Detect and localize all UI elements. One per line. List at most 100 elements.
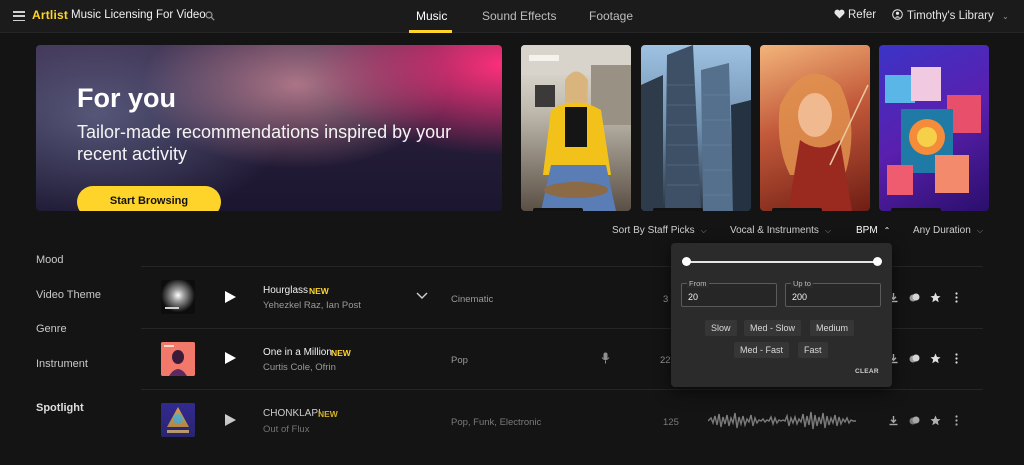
star-icon[interactable] bbox=[930, 292, 941, 303]
track-title[interactable]: CHONKLAP! bbox=[263, 408, 321, 419]
thumbnail-art bbox=[641, 45, 751, 211]
bpm-clear-button[interactable]: CLEAR bbox=[855, 368, 879, 375]
thumbnail-colorful-posters[interactable] bbox=[879, 45, 989, 211]
artlist-logo[interactable]: Artlist bbox=[32, 8, 68, 22]
sidebar-item-genre[interactable]: Genre bbox=[36, 323, 67, 335]
thumbnail-indicator bbox=[653, 208, 703, 211]
bpm-popover: From 20 Up to 200 Slow Med - Slow Medium… bbox=[671, 243, 892, 387]
site-title: Music Licensing For Video bbox=[71, 9, 206, 21]
track-genre[interactable]: Cinematic bbox=[451, 294, 493, 305]
top-nav: Artlist Music Licensing For Video Music … bbox=[0, 0, 1024, 33]
bpm-to-field[interactable]: Up to 200 bbox=[785, 279, 881, 307]
track-genre[interactable]: Pop bbox=[451, 355, 468, 366]
bpm-chip-med-fast[interactable]: Med - Fast bbox=[734, 342, 790, 358]
thumbnail-art bbox=[885, 67, 981, 195]
more-icon[interactable] bbox=[951, 353, 962, 364]
duration-label: Any Duration bbox=[913, 225, 971, 236]
thumbnail-woman-yellow-jacket[interactable] bbox=[521, 45, 631, 211]
download-icon[interactable] bbox=[888, 415, 899, 426]
active-tab-indicator bbox=[409, 30, 452, 33]
play-icon[interactable] bbox=[224, 414, 236, 426]
star-icon[interactable] bbox=[930, 353, 941, 364]
tab-music[interactable]: Music bbox=[416, 9, 447, 23]
chevron-down-icon: ⌵ bbox=[700, 226, 707, 235]
more-icon[interactable] bbox=[951, 292, 962, 303]
refer-link[interactable]: Refer bbox=[834, 9, 876, 21]
play-icon[interactable] bbox=[224, 352, 236, 364]
row-divider bbox=[141, 389, 983, 390]
track-bpm: 22 bbox=[660, 355, 671, 366]
vocal-instruments-dropdown[interactable]: Vocal & Instruments ⌵ bbox=[730, 225, 831, 236]
heart-icon bbox=[834, 9, 845, 19]
track-title[interactable]: Hourglass bbox=[263, 285, 308, 296]
bpm-slider-min-handle[interactable] bbox=[682, 257, 691, 266]
similar-icon[interactable] bbox=[909, 415, 920, 426]
new-badge: NEW bbox=[318, 409, 338, 419]
bpm-slider-max-handle[interactable] bbox=[873, 257, 882, 266]
tab-footage[interactable]: Footage bbox=[589, 9, 633, 23]
track-bpm: 125 bbox=[663, 417, 679, 428]
bpm-range-slider[interactable] bbox=[687, 261, 878, 263]
sidebar-item-instrument[interactable]: Instrument bbox=[36, 358, 88, 370]
new-badge: NEW bbox=[331, 348, 351, 358]
sidebar-item-mood[interactable]: Mood bbox=[36, 254, 64, 266]
track-artists[interactable]: Yehezkel Raz, Ian Post bbox=[263, 300, 361, 311]
cover-art bbox=[161, 403, 195, 437]
bpm-chip-fast[interactable]: Fast bbox=[798, 342, 828, 358]
cover-art bbox=[161, 280, 195, 314]
similar-icon[interactable] bbox=[909, 353, 920, 364]
cover-art bbox=[161, 342, 195, 376]
bpm-dropdown[interactable]: BPM ⌃ bbox=[856, 225, 890, 236]
play-icon[interactable] bbox=[224, 291, 236, 303]
hero-subtitle: Tailor-made recommendations inspired by … bbox=[77, 122, 452, 164]
track-artists[interactable]: Curtis Cole, Ofrin bbox=[263, 362, 336, 373]
thumbnail-skyscrapers[interactable] bbox=[641, 45, 751, 211]
track-genre[interactable]: Pop, Funk, Electronic bbox=[451, 417, 541, 428]
library-label: Timothy's Library bbox=[907, 10, 994, 22]
search-icon[interactable] bbox=[205, 11, 215, 21]
track-cover bbox=[161, 280, 195, 314]
bpm-from-field[interactable]: From 20 bbox=[681, 279, 777, 307]
mic-icon bbox=[601, 352, 610, 364]
track-cover bbox=[161, 403, 195, 437]
vocal-label: Vocal & Instruments bbox=[730, 225, 819, 236]
sort-dropdown[interactable]: Sort By Staff Picks ⌵ bbox=[612, 225, 707, 236]
star-icon[interactable] bbox=[930, 415, 941, 426]
bpm-chip-slow[interactable]: Slow bbox=[705, 320, 737, 336]
bpm-label: BPM bbox=[856, 225, 878, 236]
refer-label: Refer bbox=[848, 9, 877, 21]
bpm-to-value[interactable]: 200 bbox=[792, 292, 807, 302]
thumbnail-indicator bbox=[891, 208, 941, 211]
thumbnail-art bbox=[521, 45, 631, 211]
track-cover bbox=[161, 342, 195, 376]
chevron-down-icon: ⌵ bbox=[824, 226, 832, 235]
hero-title: For you bbox=[77, 83, 176, 113]
track-title[interactable]: One in a Million bbox=[263, 347, 332, 358]
sidebar-item-spotlight[interactable]: Spotlight bbox=[36, 402, 84, 414]
hamburger-menu-icon[interactable] bbox=[13, 11, 25, 22]
bpm-chip-medium[interactable]: Medium bbox=[810, 320, 855, 336]
start-browsing-button[interactable]: Start Browsing bbox=[77, 186, 221, 211]
bpm-chip-med-slow[interactable]: Med - Slow bbox=[744, 320, 802, 336]
expand-chevron-icon[interactable] bbox=[416, 292, 428, 300]
similar-icon[interactable] bbox=[909, 292, 920, 303]
hero-banner: For you Tailor-made recommendations insp… bbox=[36, 45, 502, 211]
thumbnail-indicator bbox=[533, 208, 583, 211]
thumbnail-indicator bbox=[772, 208, 822, 211]
thumbnail-art bbox=[778, 73, 869, 211]
sort-label: Sort By Staff Picks bbox=[612, 225, 695, 236]
waveform[interactable] bbox=[708, 408, 856, 434]
bpm-to-label: Up to bbox=[791, 279, 813, 288]
library-menu[interactable]: Timothy's Library ⌄ bbox=[892, 9, 1009, 22]
duration-dropdown[interactable]: Any Duration ⌵ bbox=[913, 225, 983, 236]
more-icon[interactable] bbox=[951, 415, 962, 426]
sidebar-item-video-theme[interactable]: Video Theme bbox=[36, 289, 101, 301]
track-artists[interactable]: Out of Flux bbox=[263, 424, 309, 435]
chevron-up-icon: ⌃ bbox=[883, 226, 891, 235]
tab-sound-effects[interactable]: Sound Effects bbox=[482, 9, 557, 23]
bpm-from-value[interactable]: 20 bbox=[688, 292, 698, 302]
chevron-down-icon: ⌵ bbox=[976, 226, 983, 235]
thumbnail-woman-laughing[interactable] bbox=[760, 45, 870, 211]
user-icon bbox=[892, 9, 903, 20]
bpm-from-label: From bbox=[687, 279, 709, 288]
